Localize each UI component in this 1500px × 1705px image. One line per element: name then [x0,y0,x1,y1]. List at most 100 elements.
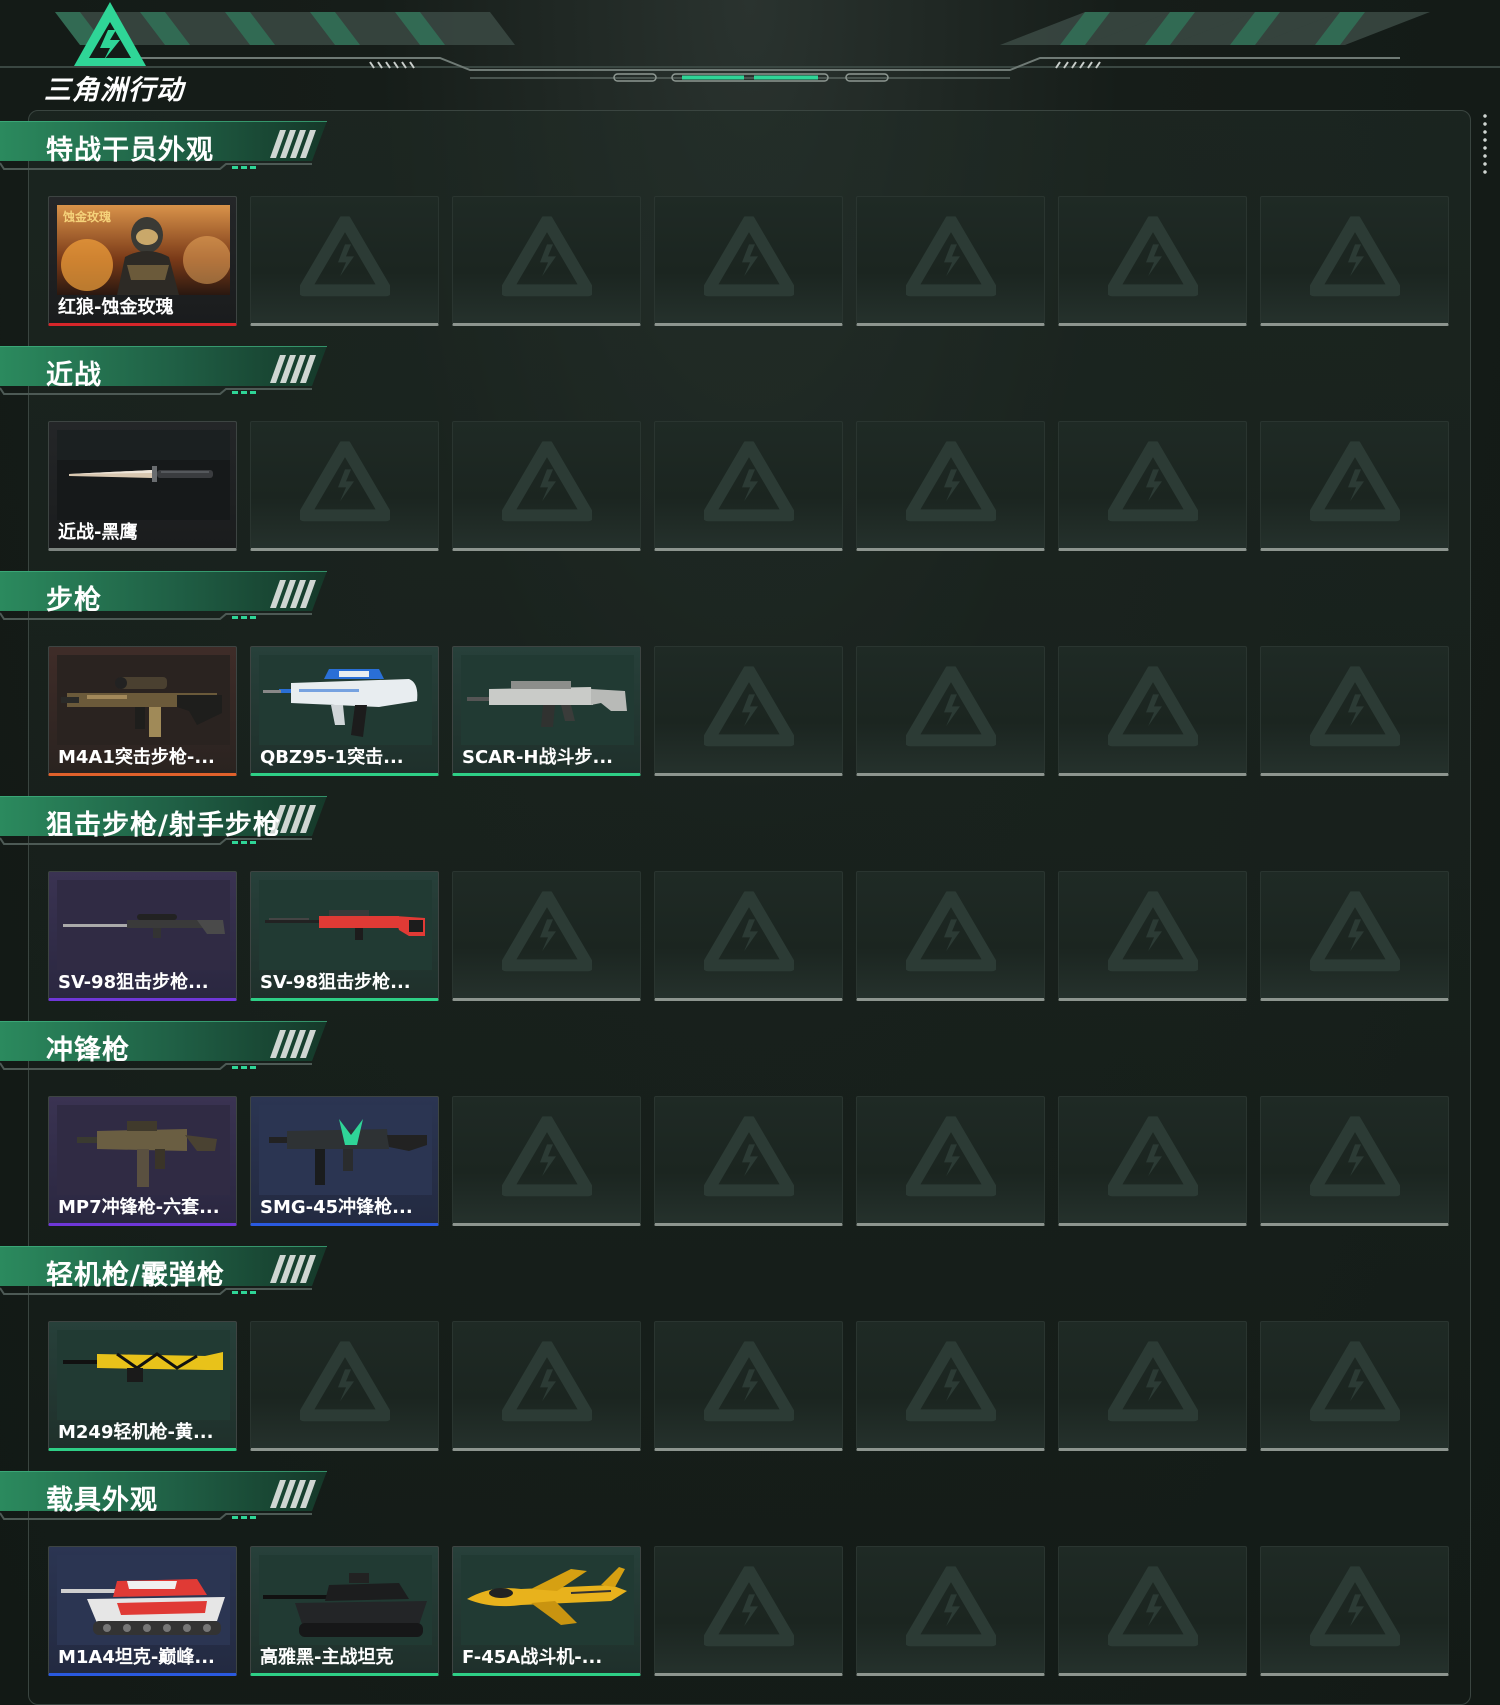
skin-card[interactable]: MP7冲锋枪-六套... [48,1096,237,1226]
placeholder-logo-icon [701,1339,796,1425]
empty-slot [856,871,1045,1001]
empty-slot [856,196,1045,326]
skin-thumbnail [57,1330,230,1420]
category-header: 冲锋枪 [0,1021,330,1075]
placeholder-logo-icon [903,1339,998,1425]
category-section: 步枪 M4A1突击步枪-... QBZ95-1突击... SCAR-H战斗步..… [0,562,1500,787]
category-header: 轻机枪/霰弹枪 [0,1246,330,1300]
skin-card[interactable]: M4A1突击步枪-... [48,646,237,776]
skin-name: M1A4坦克-巅峰... [58,1647,215,1668]
placeholder-logo-icon [499,1114,594,1200]
category-title: 狙击步枪/射手步枪 [46,810,281,841]
placeholder-logo-icon [701,214,796,300]
placeholder-logo-icon [1307,1339,1402,1425]
empty-slot [856,1321,1045,1451]
skin-card[interactable]: 蚀金玫瑰 红狼-蚀金玫瑰 [48,196,237,326]
empty-slot [654,421,843,551]
empty-slot [452,196,641,326]
placeholder-logo-icon [1307,664,1402,750]
skin-thumbnail [461,1555,634,1645]
skin-thumbnail [259,1105,432,1195]
empty-slot [1260,421,1449,551]
skin-card[interactable]: SCAR-H战斗步... [452,646,641,776]
placeholder-logo-icon [903,439,998,525]
empty-slot [856,421,1045,551]
category-title: 特战干员外观 [46,135,214,166]
category-section: 载具外观 M1A4坦克-巅峰... 高雅黑-主战坦克 F-45A战斗机-... [0,1462,1500,1687]
empty-slot [452,421,641,551]
empty-slot [654,1546,843,1676]
category-section: 冲锋枪 MP7冲锋枪-六套... SMG-45冲锋枪... [0,1012,1500,1237]
empty-slot [1260,196,1449,326]
placeholder-logo-icon [1105,664,1200,750]
skin-thumbnail: 蚀金玫瑰 [57,205,230,295]
skin-name: SV-98狙击步枪... [260,972,411,993]
empty-slot [1058,196,1247,326]
top-header: 三角洲行动 [0,0,1500,106]
skin-card[interactable]: SMG-45冲锋枪... [250,1096,439,1226]
placeholder-logo-icon [499,889,594,975]
placeholder-logo-icon [701,1114,796,1200]
empty-slot [1058,646,1247,776]
skin-name: QBZ95-1突击... [260,747,404,768]
placeholder-logo-icon [1105,889,1200,975]
placeholder-logo-icon [1307,1114,1402,1200]
placeholder-logo-icon [701,439,796,525]
placeholder-logo-icon [499,214,594,300]
placeholder-logo-icon [1307,1564,1402,1650]
skin-name: 近战-黑鹰 [58,522,138,543]
category-title: 近战 [46,360,102,391]
empty-slot [1058,871,1247,1001]
skin-name: 红狼-蚀金玫瑰 [58,297,174,318]
empty-slot [654,196,843,326]
skin-thumbnail [259,880,432,970]
skin-card[interactable]: F-45A战斗机-... [452,1546,641,1676]
category-title: 冲锋枪 [46,1035,130,1066]
placeholder-logo-icon [1105,439,1200,525]
placeholder-logo-icon [903,664,998,750]
skin-card[interactable]: SV-98狙击步枪... [250,871,439,1001]
collection-page: 三角洲行动 特战干员外观 蚀金玫瑰 红狼-蚀金玫瑰 近战 近战-黑鹰 步枪 M4… [0,0,1500,1705]
skin-name: F-45A战斗机-... [462,1647,603,1668]
empty-slot [856,1546,1045,1676]
empty-slot [1260,1546,1449,1676]
empty-slot [856,646,1045,776]
item-grid: M249轻机枪-黄... [48,1321,1450,1451]
empty-slot [1058,1321,1247,1451]
category-header: 载具外观 [0,1471,330,1525]
category-title: 载具外观 [46,1485,158,1516]
skin-thumbnail [57,430,230,520]
skin-card[interactable]: M249轻机枪-黄... [48,1321,237,1451]
placeholder-logo-icon [499,439,594,525]
skin-name: 高雅黑-主战坦克 [260,1647,394,1668]
skin-card[interactable]: 近战-黑鹰 [48,421,237,551]
skin-thumbnail [57,1105,230,1195]
placeholder-logo-icon [1105,1564,1200,1650]
category-header: 狙击步枪/射手步枪 [0,796,330,850]
empty-slot [1058,1546,1247,1676]
empty-slot [654,1321,843,1451]
skin-card[interactable]: QBZ95-1突击... [250,646,439,776]
skin-thumbnail [57,1555,230,1645]
placeholder-logo-icon [903,214,998,300]
placeholder-logo-icon [903,1564,998,1650]
skin-name: MP7冲锋枪-六套... [58,1197,220,1218]
skin-card[interactable]: 高雅黑-主战坦克 [250,1546,439,1676]
skin-card[interactable]: SV-98狙击步枪... [48,871,237,1001]
placeholder-logo-icon [1105,1114,1200,1200]
placeholder-logo-icon [903,1114,998,1200]
empty-slot [654,646,843,776]
skin-card[interactable]: M1A4坦克-巅峰... [48,1546,237,1676]
empty-slot [452,1096,641,1226]
placeholder-logo-icon [701,664,796,750]
skin-name: M4A1突击步枪-... [58,747,215,768]
skin-thumbnail [259,1555,432,1645]
empty-slot [250,196,439,326]
empty-slot [654,1096,843,1226]
placeholder-logo-icon [1307,889,1402,975]
category-section: 近战 近战-黑鹰 [0,337,1500,562]
placeholder-logo-icon [1105,214,1200,300]
category-header: 近战 [0,346,330,400]
empty-slot [1260,1096,1449,1226]
placeholder-logo-icon [297,439,392,525]
